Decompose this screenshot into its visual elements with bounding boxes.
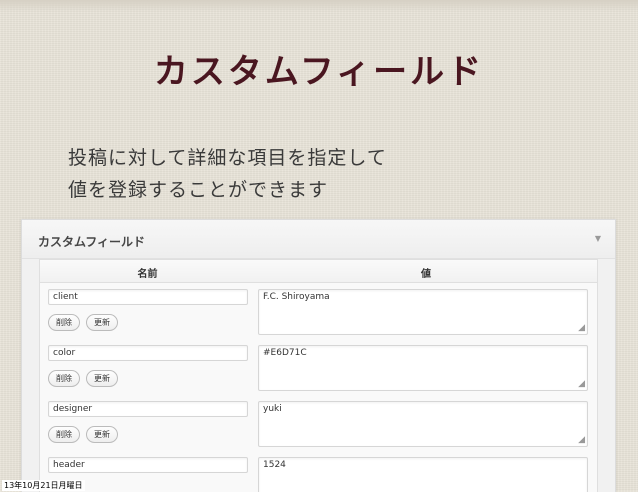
field-key-input[interactable]: header	[48, 457, 248, 473]
update-button[interactable]: 更新	[86, 426, 118, 443]
panel-title: カスタムフィールド	[38, 235, 146, 249]
field-key-input[interactable]: designer	[48, 401, 248, 417]
table-row: header 1524 ◢	[40, 451, 597, 492]
slide-body-line-1: 投稿に対して詳細な項目を指定して	[68, 147, 387, 169]
table-header: 名前 値	[40, 260, 597, 283]
delete-button[interactable]: 削除	[48, 370, 80, 387]
field-key-input[interactable]: color	[48, 345, 248, 361]
field-value-textarea[interactable]: #E6D71C ◢	[258, 345, 588, 391]
custom-fields-table: 名前 値 client 削除 更新 F.C. Shiroyama ◢ color…	[39, 259, 598, 492]
slide-top-edge	[0, 0, 638, 12]
field-value-text: yuki	[263, 404, 282, 414]
resize-handle-icon[interactable]: ◢	[578, 436, 585, 445]
table-row: designer 削除 更新 yuki ◢	[40, 395, 597, 451]
field-key-input[interactable]: client	[48, 289, 248, 305]
field-value-text: F.C. Shiroyama	[263, 292, 330, 302]
field-value-text: #E6D71C	[263, 348, 307, 358]
field-value-text: 1524	[263, 460, 286, 470]
field-value-textarea[interactable]: F.C. Shiroyama ◢	[258, 289, 588, 335]
delete-button[interactable]: 削除	[48, 426, 80, 443]
triangle-down-icon[interactable]: ▼	[595, 234, 601, 243]
update-button[interactable]: 更新	[86, 314, 118, 331]
custom-fields-panel: カスタムフィールド ▼ 名前 値 client 削除 更新 F.C. Shiro…	[21, 219, 616, 492]
table-row: client 削除 更新 F.C. Shiroyama ◢	[40, 283, 597, 339]
field-value-textarea[interactable]: 1524 ◢	[258, 457, 588, 492]
delete-button[interactable]: 削除	[48, 314, 80, 331]
panel-header[interactable]: カスタムフィールド ▼	[22, 220, 615, 259]
resize-handle-icon[interactable]: ◢	[578, 324, 585, 333]
update-button[interactable]: 更新	[86, 370, 118, 387]
column-header-name: 名前	[137, 269, 158, 280]
slide-title: カスタムフィールド	[153, 52, 485, 92]
slide-body-line-2: 値を登録することができます	[68, 179, 329, 201]
table-row: color 削除 更新 #E6D71C ◢	[40, 339, 597, 395]
column-header-value: 値	[421, 269, 431, 280]
footer-date: 13年10月21日月曜日	[2, 480, 85, 491]
resize-handle-icon[interactable]: ◢	[578, 380, 585, 389]
field-value-textarea[interactable]: yuki ◢	[258, 401, 588, 447]
